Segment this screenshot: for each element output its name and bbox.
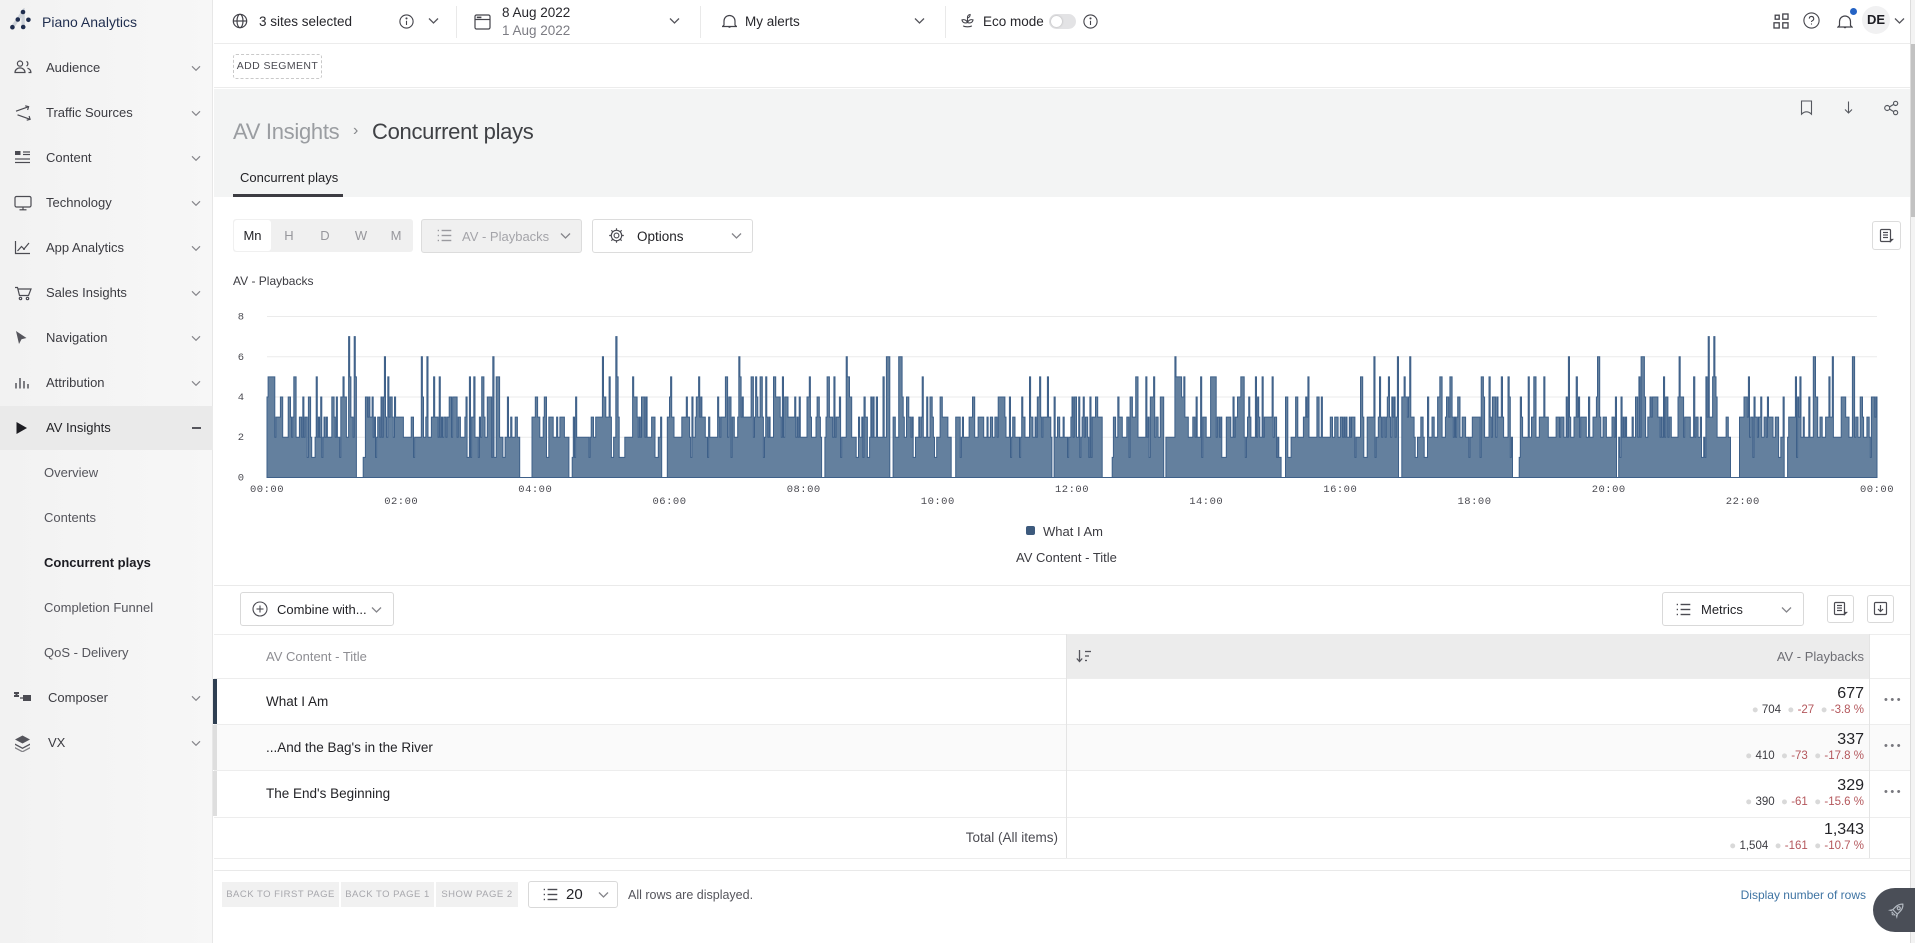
svg-text:08:00: 08:00 — [787, 484, 821, 496]
svg-text:6: 6 — [238, 352, 244, 364]
svg-text:12:00: 12:00 — [1055, 484, 1089, 496]
svg-text:0: 0 — [238, 473, 244, 485]
svg-text:20:00: 20:00 — [1592, 484, 1626, 496]
svg-text:00:00: 00:00 — [250, 484, 284, 496]
svg-text:16:00: 16:00 — [1323, 484, 1357, 496]
svg-text:4: 4 — [238, 392, 244, 404]
svg-text:2: 2 — [238, 432, 244, 444]
svg-text:06:00: 06:00 — [652, 496, 686, 508]
svg-text:22:00: 22:00 — [1726, 496, 1760, 508]
svg-text:00:00: 00:00 — [1860, 484, 1894, 496]
svg-text:10:00: 10:00 — [921, 496, 955, 508]
svg-text:18:00: 18:00 — [1457, 496, 1491, 508]
svg-text:14:00: 14:00 — [1189, 496, 1223, 508]
svg-text:04:00: 04:00 — [518, 484, 552, 496]
svg-text:8: 8 — [238, 312, 244, 324]
svg-text:02:00: 02:00 — [384, 496, 418, 508]
